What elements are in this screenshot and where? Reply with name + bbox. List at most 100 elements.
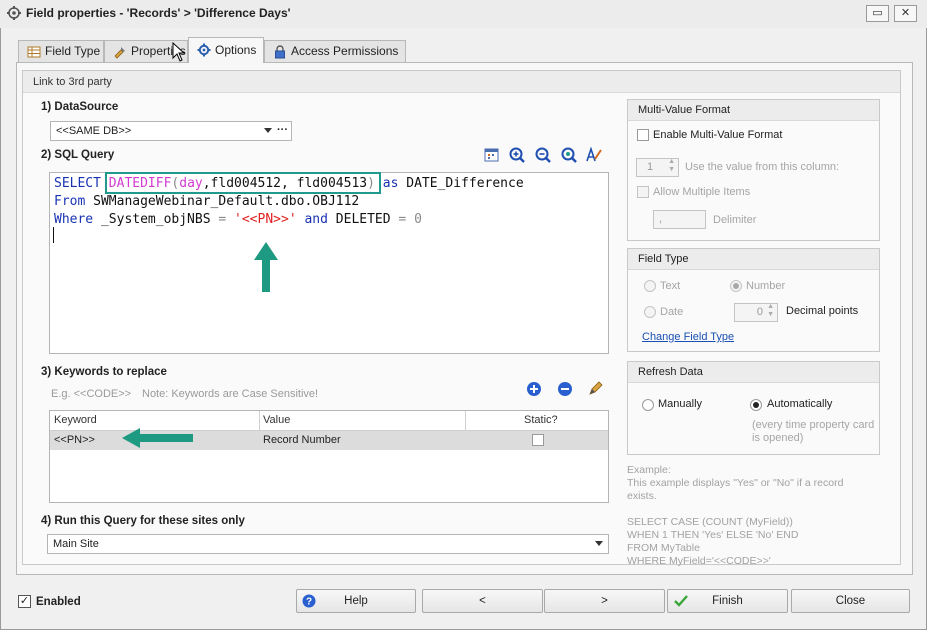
sql-token: and <box>304 212 328 227</box>
auto-note-line-1: (every time property card <box>752 419 875 431</box>
sql-token: Where <box>54 212 94 227</box>
sql-query-editor[interactable]: SELECT DATEDIFF(day,fld004512, fld004513… <box>49 172 609 354</box>
radio-text <box>644 280 656 292</box>
ellipsis-button[interactable]: ··· <box>277 121 288 139</box>
gear-icon <box>197 43 211 57</box>
previous-button[interactable]: < <box>422 589 543 613</box>
enabled-label: Enabled <box>36 596 81 608</box>
column-spinner-value: 1 <box>647 161 654 173</box>
next-button[interactable]: > <box>544 589 665 613</box>
tab-access-permissions[interactable]: Access Permissions <box>264 40 406 62</box>
help-button-label: Help <box>344 595 368 607</box>
spin-arrows-icon: ▲ ▼ <box>668 158 675 173</box>
sql-token: DATE_Difference <box>406 176 524 191</box>
svg-text:?: ? <box>306 597 312 608</box>
spin-arrows-icon: ▲ ▼ <box>767 303 774 318</box>
radio-automatically[interactable] <box>750 399 762 411</box>
column-header-keyword[interactable]: Keyword <box>50 411 97 430</box>
change-field-type-link[interactable]: Change Field Type <box>642 331 734 343</box>
sql-token: DELETED <box>335 212 391 227</box>
radio-date-label: Date <box>660 306 684 318</box>
radio-selected-dot <box>753 402 759 408</box>
enable-multi-value-checkbox[interactable] <box>637 129 649 141</box>
decimal-label: Decimal points <box>786 305 859 317</box>
annotation-arrow-left-icon <box>122 428 193 448</box>
close-button-label: Close <box>835 595 866 607</box>
auto-note-line-2: is opened) <box>752 432 804 444</box>
sites-value: Main Site <box>53 538 99 550</box>
sql-token: SELECT <box>54 176 101 191</box>
example-line: FROM MyTable <box>627 542 700 554</box>
group-title: Link to 3rd party <box>33 76 112 88</box>
decimal-spinner-value: 0 <box>756 306 763 318</box>
annotation-arrow-up-icon <box>254 242 278 292</box>
chevron-down-icon <box>595 541 603 546</box>
column-header-static[interactable]: Static? <box>520 411 558 430</box>
datasource-label: 1) DataSource <box>41 101 119 113</box>
previous-button-label: < <box>479 595 486 607</box>
zoom-out-icon[interactable] <box>534 146 552 164</box>
enabled-checkbox[interactable]: ✓ <box>18 595 31 608</box>
allow-multiple-checkbox <box>637 186 649 198</box>
remove-keyword-icon[interactable] <box>557 381 573 397</box>
close-window-button[interactable]: ✕ <box>894 5 917 22</box>
example-line: SELECT CASE (COUNT (MyField)) <box>627 516 793 528</box>
checkmark-icon <box>674 595 688 607</box>
tab-field-type[interactable]: Field Type <box>18 40 104 62</box>
chevron-down-icon <box>264 128 272 133</box>
radio-selected-dot <box>733 283 739 289</box>
radio-automatically-label: Automatically <box>767 398 833 410</box>
restore-button[interactable]: ▭ <box>866 5 889 22</box>
group-header <box>23 71 900 93</box>
sql-query-label: 2) SQL Query <box>41 149 115 161</box>
calendar-icon[interactable] <box>483 146 501 164</box>
help-icon: ? <box>302 594 316 608</box>
keywords-grid: Keyword Value Static? <<PN>> Record Numb… <box>49 410 609 503</box>
value-cell[interactable]: Record Number <box>259 431 341 449</box>
finish-button[interactable]: Finish <box>667 589 788 613</box>
column-header-value[interactable]: Value <box>259 411 290 430</box>
tab-options-label: Options <box>215 43 257 57</box>
static-checkbox[interactable] <box>532 434 544 446</box>
refresh-title: Refresh Data <box>628 362 879 383</box>
window-title: Field properties - 'Records' > 'Differen… <box>26 6 291 20</box>
radio-manually-label: Manually <box>658 398 703 410</box>
sql-token: SWManageWebinar_Default.dbo.OBJ112 <box>93 194 360 209</box>
decimal-spinner: 0 ▲ ▼ <box>734 303 778 322</box>
allow-multiple-label: Allow Multiple Items <box>653 186 751 198</box>
delimiter-input: , <box>653 210 706 229</box>
sql-token: = <box>398 212 407 227</box>
sql-token: = <box>218 212 227 227</box>
example-line: WHEN 1 THEN 'Yes' ELSE 'No' END <box>627 529 799 541</box>
datasource-value: <<SAME DB>> <box>56 125 132 137</box>
radio-number <box>730 280 742 292</box>
multi-value-title: Multi-Value Format <box>628 100 879 121</box>
sites-combo[interactable]: Main Site <box>47 534 609 554</box>
radio-text-label: Text <box>660 280 681 292</box>
sql-line-2: From SWManageWebinar_Default.dbo.OBJ112 <box>54 194 359 209</box>
close-button[interactable]: Close <box>791 589 910 613</box>
properties-icon <box>114 47 125 59</box>
radio-manually[interactable] <box>642 399 654 411</box>
finish-button-label: Finish <box>712 595 743 607</box>
sql-token: '<<PN>>' <box>234 212 297 227</box>
field-type-title: Field Type <box>628 249 879 270</box>
add-keyword-icon[interactable] <box>526 381 542 397</box>
tab-options[interactable]: Options <box>188 37 264 63</box>
format-icon[interactable] <box>585 146 603 164</box>
sql-token: From <box>54 194 86 209</box>
zoom-in-icon[interactable] <box>508 146 526 164</box>
tab-field-type-label: Field Type <box>45 44 101 58</box>
column-label: Use the value from this column: <box>685 161 840 173</box>
keyword-cell[interactable]: <<PN>> <box>50 431 95 449</box>
sql-token: 0 <box>414 212 422 227</box>
edit-keyword-icon[interactable] <box>588 380 604 396</box>
lock-icon <box>275 45 285 59</box>
zoom-reset-icon[interactable] <box>560 146 578 164</box>
tab-access-permissions-label: Access Permissions <box>291 44 399 58</box>
delimiter-label: Delimiter <box>713 214 757 226</box>
help-button[interactable]: ? Help <box>296 589 416 613</box>
datasource-combo[interactable]: <<SAME DB>> ··· <box>50 121 292 141</box>
radio-date <box>644 306 656 318</box>
example-line: This example displays "Yes" or "No" if a… <box>627 477 844 489</box>
